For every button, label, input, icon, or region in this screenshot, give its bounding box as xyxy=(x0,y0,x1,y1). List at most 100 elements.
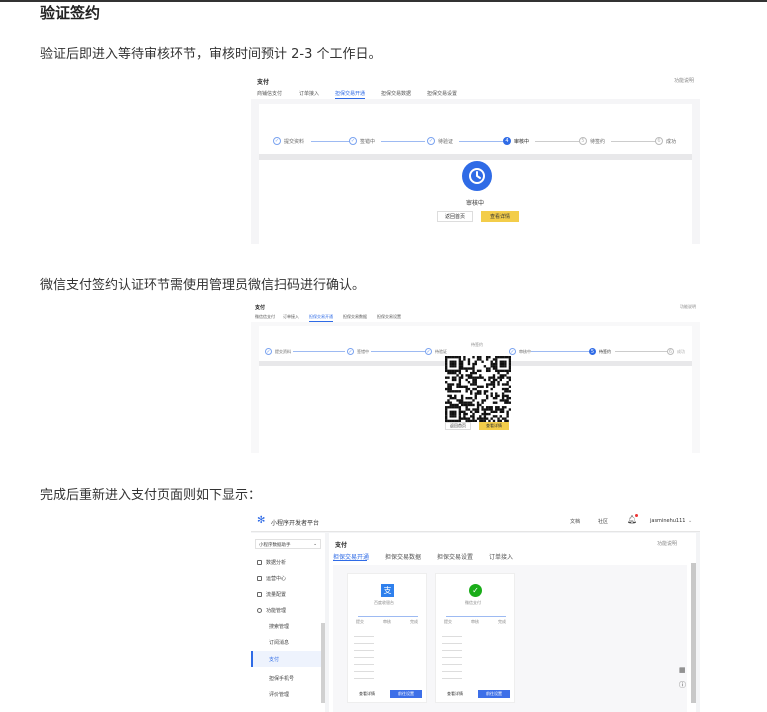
qr-module xyxy=(447,383,450,386)
back-home-button[interactable]: 返回首页 xyxy=(437,211,473,222)
tab-4[interactable]: 担保交易设置 xyxy=(377,314,401,320)
qr-module xyxy=(445,410,448,413)
check-icon xyxy=(265,348,272,355)
qr-module xyxy=(488,376,491,379)
qr-module xyxy=(445,362,448,366)
qr-module xyxy=(481,412,484,416)
qr-module xyxy=(451,376,455,379)
check-icon xyxy=(509,348,516,355)
tab-3[interactable]: 担保交易数据 xyxy=(343,314,367,320)
qr-module xyxy=(458,367,462,370)
qr-module xyxy=(508,396,512,400)
nav-docs[interactable]: 文档 xyxy=(570,518,580,525)
qr-module xyxy=(488,367,491,370)
help-link[interactable]: 功能说明 xyxy=(657,540,677,547)
view-detail-button[interactable]: 查看详情 xyxy=(352,690,382,698)
screenshot-review: 支付 功能说明 商铺信支付 订单接入 担保交易开通 担保交易数据 担保交易设置 … xyxy=(251,72,700,244)
qr-module xyxy=(445,358,448,361)
qr-module xyxy=(451,383,455,386)
qr-module xyxy=(454,371,457,375)
qr-module xyxy=(456,374,459,377)
qr-module xyxy=(445,401,448,404)
go-settings-button[interactable]: 前往设置 xyxy=(478,690,510,698)
qr-module xyxy=(460,362,464,366)
chevron-down-icon[interactable]: ⌄ xyxy=(688,518,692,524)
tab-2[interactable]: 担保交易开通 xyxy=(309,314,333,320)
go-settings-button[interactable]: 前往设置 xyxy=(390,690,422,698)
sidebar-sub-rating[interactable]: 评价管理 xyxy=(269,691,289,698)
qr-module xyxy=(460,396,464,400)
qr-module xyxy=(454,365,457,368)
qr-module xyxy=(472,399,475,402)
view-details-button[interactable]: 查看详情 xyxy=(479,422,509,430)
qr-module xyxy=(460,394,464,398)
sidebar-sub-search[interactable]: 搜索管理 xyxy=(269,623,289,630)
qr-module xyxy=(488,408,491,411)
tab-settings[interactable]: 担保交易设置 xyxy=(437,552,473,561)
tab-3[interactable]: 担保交易数据 xyxy=(381,90,411,97)
sidebar-item-features[interactable]: 功能管理 xyxy=(257,607,286,614)
main-panel: 支付 功能说明 担保交易开通 担保交易数据 担保交易设置 订单接入 支 百度收银… xyxy=(329,533,696,712)
qr-module xyxy=(465,367,468,370)
tab-0[interactable]: 商铺信支付 xyxy=(257,90,282,97)
qr-module xyxy=(458,417,462,420)
qr-module xyxy=(458,369,462,373)
help-link[interactable]: 功能说明 xyxy=(674,77,694,84)
qr-module xyxy=(495,365,498,368)
qr-module xyxy=(476,356,480,359)
qr-module xyxy=(504,362,507,366)
main-scrollbar[interactable] xyxy=(691,563,696,703)
tab-1[interactable]: 订单接入 xyxy=(299,90,319,97)
tab-2[interactable]: 担保交易开通 xyxy=(335,90,365,97)
sidebar-item-analytics[interactable]: 数据分析 xyxy=(257,559,286,566)
qr-module xyxy=(499,360,502,363)
help-link[interactable]: 功能说明 xyxy=(680,304,696,310)
check-icon xyxy=(273,137,281,145)
qr-module xyxy=(447,376,450,379)
sidebar-scrollbar[interactable] xyxy=(321,623,325,703)
sidebar-sub-payment[interactable]: 支付 xyxy=(269,656,279,663)
grid-icon[interactable]: ▦ xyxy=(679,666,686,674)
qr-module xyxy=(501,396,505,400)
tab-order[interactable]: 订单接入 xyxy=(489,552,513,561)
nav-community[interactable]: 社区 xyxy=(598,518,608,525)
qr-module xyxy=(472,387,475,391)
qr-module xyxy=(495,369,498,373)
qr-module xyxy=(504,399,507,402)
paragraph-review: 验证后即进入等待审核环节，审核时间预计 2-3 个工作日。 xyxy=(40,47,382,62)
qr-module xyxy=(474,410,477,413)
help-circle-icon[interactable]: ⓘ xyxy=(679,680,686,690)
step-1: 签错中 xyxy=(349,137,375,145)
tab-4[interactable]: 担保交易设置 xyxy=(427,90,457,97)
user-name[interactable]: jasminehu111 xyxy=(650,518,685,524)
sidebar-item-operations[interactable]: 运营中心 xyxy=(257,575,286,582)
qr-module xyxy=(474,376,477,379)
section-heading: 验证签约 xyxy=(40,4,101,22)
qr-module xyxy=(472,381,475,384)
step-label: 审核 xyxy=(383,619,391,624)
qr-module xyxy=(465,387,468,391)
qr-module xyxy=(504,401,507,404)
account-switcher[interactable]: 小程序数据助手 ⌄ xyxy=(255,539,321,549)
view-detail-button[interactable]: 查看详情 xyxy=(440,690,470,698)
qr-module xyxy=(506,381,509,384)
tab-data[interactable]: 担保交易数据 xyxy=(385,552,421,561)
qr-module xyxy=(476,369,480,373)
back-home-button[interactable]: 返回首页 xyxy=(445,422,471,430)
qr-code[interactable] xyxy=(445,356,512,423)
view-details-button[interactable]: 查看详情 xyxy=(481,211,519,222)
qr-module xyxy=(458,365,462,368)
qr-module xyxy=(445,381,448,384)
qr-module xyxy=(492,367,496,370)
tab-1[interactable]: 订单接入 xyxy=(283,314,299,320)
sidebar-sub-phone[interactable]: 担保手机号 xyxy=(269,675,294,682)
sidebar-sub-subscribe[interactable]: 订阅消息 xyxy=(269,639,289,646)
qr-module xyxy=(483,417,487,420)
qr-module xyxy=(481,385,484,388)
tab-0[interactable]: 微信信支付 xyxy=(255,314,275,320)
qr-module xyxy=(481,417,484,420)
qr-module xyxy=(506,401,509,404)
sidebar-item-traffic[interactable]: 流量配置 xyxy=(257,591,286,598)
qr-module xyxy=(460,410,464,413)
qr-module xyxy=(485,396,489,400)
